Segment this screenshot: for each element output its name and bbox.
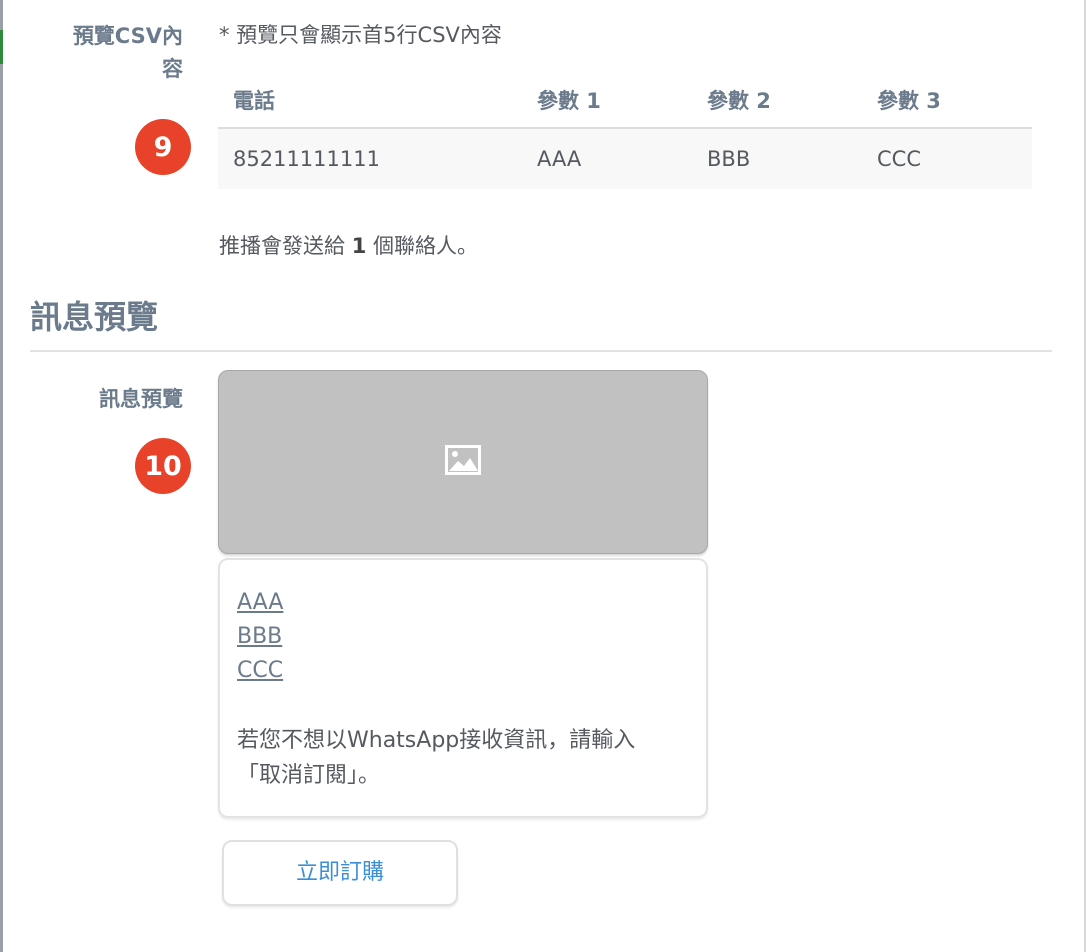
message-preview-label: 訊息預覽 [99,387,183,411]
unsubscribe-line-1: 若您不想以WhatsApp接收資訊，請輸入 [237,728,636,753]
column-header-param-3: 參數 3 [862,72,1032,129]
cell-param-1: AAA [522,128,692,189]
media-placeholder [218,370,708,554]
step-badge-10: 10 [135,438,191,494]
table-header-row: 電話 參數 1 參數 2 參數 3 [218,72,1032,129]
recipients-summary: 推播會發送給 1 個聯絡人。 [219,230,478,260]
csv-preview-note: * 預覽只會顯示首5行CSV內容 [219,23,502,47]
section-divider [30,350,1052,352]
recipients-suffix: 個聯絡人。 [373,234,478,258]
csv-preview-label: 預覽CSV內容 [72,24,183,81]
broadcast-preview-modal: 預覽CSV內容 9 * 預覽只會顯示首5行CSV內容 電話 參數 1 參數 2 … [3,0,1084,952]
column-header-phone: 電話 [218,72,522,129]
message-link-3[interactable]: CCC [237,654,283,688]
recipients-count: 1 [351,234,367,258]
section-title-message-preview: 訊息預覽 [30,298,159,336]
column-header-param-1: 參數 1 [522,72,692,129]
order-now-button[interactable]: 立即訂購 [222,840,458,906]
unsubscribe-text: 若您不想以WhatsApp接收資訊，請輸入 「取消訂閱」。 [237,723,687,793]
step-badge-9: 9 [135,119,191,175]
table-row: 85211111111 AAA BBB CCC [218,128,1032,189]
cell-param-3: CCC [862,128,1032,189]
message-body: AAA BBB CCC 若您不想以WhatsApp接收資訊，請輸入 「取消訂閱」… [218,558,708,818]
recipients-prefix: 推播會發送給 [219,234,345,258]
message-link-1[interactable]: AAA [237,586,283,620]
csv-preview-table: 電話 參數 1 參數 2 參數 3 85211111111 AAA BBB CC… [218,72,1032,189]
image-icon [445,445,481,479]
cell-param-2: BBB [692,128,862,189]
unsubscribe-line-2: 「取消訂閱」。 [237,763,381,788]
column-header-param-2: 參數 2 [692,72,862,129]
message-link-2[interactable]: BBB [237,620,282,654]
cell-phone: 85211111111 [218,128,522,189]
